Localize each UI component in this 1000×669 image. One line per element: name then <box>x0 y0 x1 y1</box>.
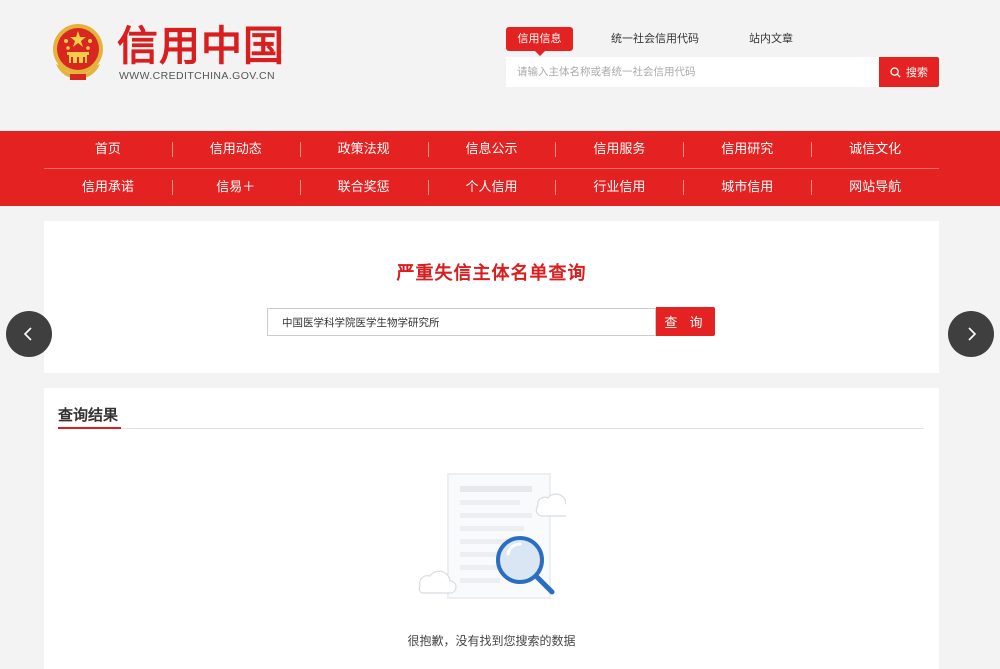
query-input[interactable] <box>267 308 656 336</box>
nav-item-credit-commitment[interactable]: 信用承诺 <box>44 169 172 206</box>
tab-credit-code[interactable]: 统一社会信用代码 <box>602 27 708 51</box>
nav-item-xinyi-plus[interactable]: 信易＋ <box>171 169 300 206</box>
header-search-label: 搜索 <box>906 66 928 79</box>
nav-item-industry-credit[interactable]: 行业信用 <box>555 169 683 206</box>
nav-row-2: 信用承诺 信易＋ 联合奖惩 个人信用 行业信用 城市信用 网站导航 <box>44 169 939 206</box>
brand-title[interactable]: 信用中国 <box>117 20 285 72</box>
tab-credit-info[interactable]: 信用信息 <box>506 27 573 56</box>
nav-item-disclosure[interactable]: 信息公示 <box>427 131 556 168</box>
query-panel: 严重失信主体名单查询 查 询 <box>44 221 939 373</box>
main-nav: 首页 信用动态 政策法规 信息公示 信用服务 信用研究 诚信文化 信用承诺 信易… <box>0 131 1000 206</box>
header-search-input[interactable] <box>506 57 879 87</box>
query-title: 严重失信主体名单查询 <box>396 263 587 284</box>
nav-item-credit-service[interactable]: 信用服务 <box>555 131 683 168</box>
nav-row-1: 首页 信用动态 政策法规 信息公示 信用服务 信用研究 诚信文化 <box>44 131 939 169</box>
empty-message: 很抱歉，没有找到您搜索的数据 <box>407 634 576 648</box>
results-title: 查询结果 <box>58 406 119 424</box>
carousel-next-button[interactable] <box>948 311 994 357</box>
results-title-underline <box>58 427 121 429</box>
search-icon <box>890 66 901 78</box>
nav-item-joint-rewards[interactable]: 联合奖惩 <box>299 169 428 206</box>
tab-site-articles[interactable]: 站内文章 <box>737 27 805 51</box>
no-results-illustration <box>416 470 573 604</box>
brand-url: WWW.CREDITCHINA.GOV.CN <box>119 70 275 82</box>
nav-item-home[interactable]: 首页 <box>44 131 172 168</box>
chevron-right-icon <box>968 327 977 341</box>
nav-item-city-credit[interactable]: 城市信用 <box>683 169 811 206</box>
carousel-prev-button[interactable] <box>6 311 52 357</box>
top-bar <box>0 0 1000 3</box>
nav-item-credit-research[interactable]: 信用研究 <box>683 131 811 168</box>
results-divider <box>58 428 924 429</box>
nav-item-integrity-culture[interactable]: 诚信文化 <box>811 131 939 168</box>
nav-item-policy[interactable]: 政策法规 <box>299 131 428 168</box>
chevron-left-icon <box>23 327 32 341</box>
query-button[interactable]: 查 询 <box>656 307 715 336</box>
nav-item-credit-news[interactable]: 信用动态 <box>171 131 300 168</box>
header-search-button[interactable]: 搜索 <box>879 57 939 87</box>
nav-item-personal-credit[interactable]: 个人信用 <box>427 169 556 206</box>
national-emblem-icon[interactable] <box>48 22 108 82</box>
results-panel: 查询结果 很抱歉，没有找到您搜索的数据 <box>44 388 939 669</box>
nav-item-site-nav[interactable]: 网站导航 <box>811 169 939 206</box>
